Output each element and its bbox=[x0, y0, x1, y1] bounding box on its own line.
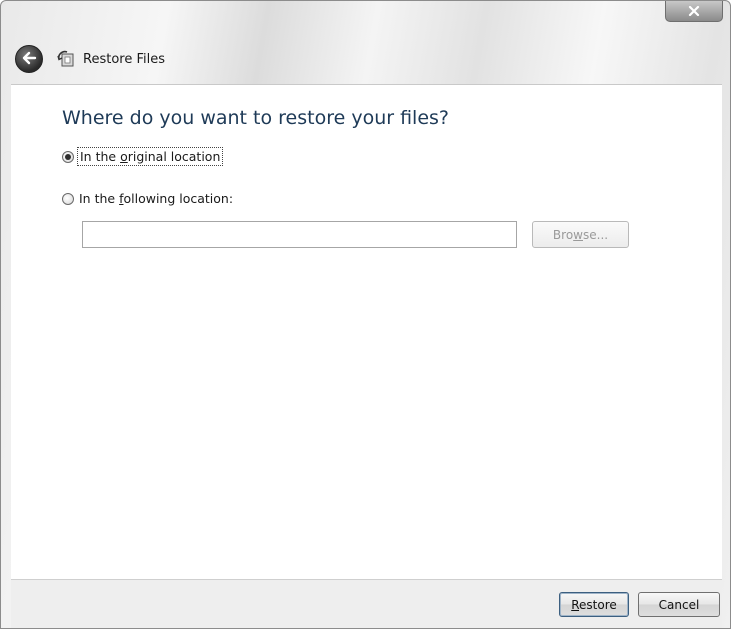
restore-files-window: Restore Files Where do you want to resto… bbox=[0, 0, 731, 629]
option-original-location[interactable]: In the original location bbox=[62, 147, 224, 166]
window-header: Restore Files bbox=[9, 41, 165, 77]
content-panel: Where do you want to restore your files?… bbox=[11, 84, 722, 579]
back-button[interactable] bbox=[15, 45, 43, 73]
page-heading: Where do you want to restore your files? bbox=[62, 107, 450, 129]
option-following-location[interactable]: In the following location: bbox=[62, 191, 233, 206]
close-icon bbox=[688, 6, 700, 16]
window-title: Restore Files bbox=[83, 51, 165, 67]
option-original-location-label: In the original location bbox=[76, 147, 224, 166]
radio-following-location[interactable] bbox=[62, 192, 74, 205]
close-button[interactable] bbox=[665, 1, 723, 22]
option-following-location-label: In the following location: bbox=[79, 191, 234, 206]
cancel-button[interactable]: Cancel bbox=[638, 592, 720, 617]
location-path-input[interactable] bbox=[82, 221, 517, 248]
browse-button[interactable]: Browse... bbox=[532, 221, 629, 248]
dialog-footer: Restore Cancel bbox=[11, 579, 722, 628]
restore-files-icon bbox=[57, 49, 77, 69]
back-arrow-icon bbox=[21, 50, 37, 69]
radio-original-location[interactable] bbox=[62, 150, 74, 163]
restore-button[interactable]: Restore bbox=[559, 592, 629, 617]
